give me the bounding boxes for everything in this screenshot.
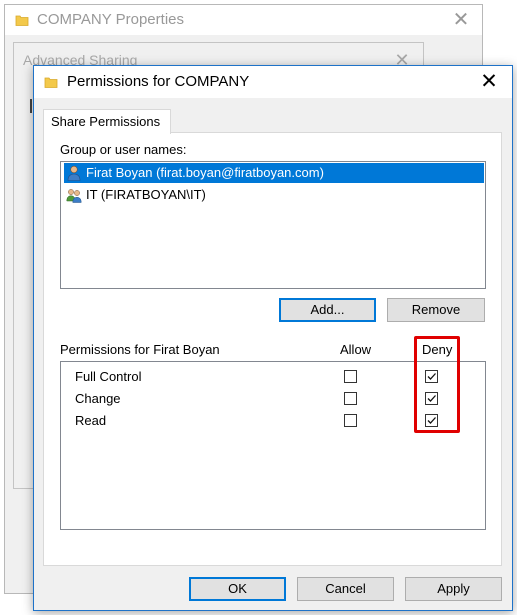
ok-button[interactable]: OK [189,577,286,601]
permission-name: Read [75,413,107,428]
group-name: IT (FIRATBOYAN\IT) [86,187,206,202]
user-listbox[interactable]: Firat Boyan (firat.boyan@firatboyan.com)… [60,161,486,289]
list-item-it-group[interactable]: IT (FIRATBOYAN\IT) [64,185,484,205]
user-name: Firat Boyan (firat.boyan@firatboyan.com) [86,165,324,180]
user-icon [67,165,81,181]
folder-icon [44,77,58,88]
list-item-firat-boyan[interactable]: Firat Boyan (firat.boyan@firatboyan.com) [64,163,484,183]
allow-read-checkbox[interactable] [344,414,357,427]
permission-name: Change [75,391,121,406]
permissions-titlebar: Permissions for COMPANY ✕ [34,66,512,98]
deny-column-highlight [414,336,460,433]
add-button[interactable]: Add... [279,298,376,322]
allow-column-header: Allow [340,342,372,357]
properties-titlebar: COMPANY Properties ✕ [5,5,482,35]
tab-share-permissions-label: Share Permissions [51,114,161,129]
properties-close-button[interactable]: ✕ [448,7,474,33]
apply-button[interactable]: Apply [405,577,502,601]
allow-full-control-checkbox[interactable] [344,370,357,383]
group-names-label: Group or user names: [60,142,187,157]
tab-share-permissions[interactable]: Share Permissions [43,109,171,134]
permission-name: Full Control [75,369,142,384]
advanced-sharing-control-stub [30,99,32,113]
allow-change-checkbox[interactable] [344,392,357,405]
permissions-for-label: Permissions for Firat Boyan [60,342,220,357]
dialog-close-button[interactable]: ✕ [476,69,502,95]
properties-title: COMPANY Properties [37,11,184,28]
remove-button[interactable]: Remove [387,298,485,322]
dialog-title: Permissions for COMPANY [67,73,250,90]
folder-icon [15,15,29,26]
group-icon [66,189,82,203]
cancel-button[interactable]: Cancel [297,577,394,601]
